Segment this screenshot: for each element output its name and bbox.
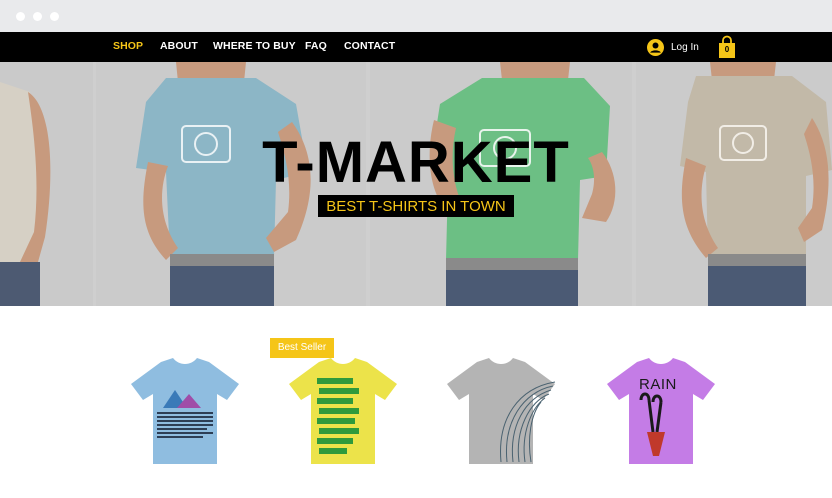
- user-icon: [647, 38, 664, 56]
- product-image: [131, 358, 239, 464]
- nav-item-about[interactable]: ABOUT: [160, 40, 198, 52]
- window-dot-icon: [50, 12, 59, 21]
- product-image: [447, 358, 556, 464]
- nav-item-shop[interactable]: SHOP: [113, 40, 143, 52]
- cart-count: 0: [724, 45, 730, 54]
- window-dot-icon: [33, 12, 42, 21]
- nav-item-where-to-buy[interactable]: WHERE TO BUY: [213, 40, 296, 52]
- hero-title: T-MARKET: [262, 130, 570, 195]
- login-label: Log In: [671, 41, 699, 53]
- product-card-rain[interactable]: RAIN: [603, 352, 719, 472]
- login-button[interactable]: Log In: [647, 38, 699, 56]
- product-grid: Best Seller RAIN: [0, 306, 832, 498]
- product-image: [607, 358, 715, 464]
- rain-print-text: RAIN: [639, 376, 677, 393]
- product-card-swirl[interactable]: [443, 352, 559, 472]
- cart-button[interactable]: 0: [717, 35, 737, 59]
- product-image: [289, 358, 397, 464]
- browser-title-bar: [0, 0, 832, 32]
- product-card-lorem[interactable]: [285, 352, 401, 472]
- main-navbar: SHOP ABOUT WHERE TO BUY FAQ CONTACT Log …: [0, 32, 832, 62]
- hero-banner: T-MARKET BEST T-SHIRTS IN TOWN: [0, 62, 832, 306]
- nav-item-contact[interactable]: CONTACT: [344, 40, 395, 52]
- product-card-mountain[interactable]: [127, 352, 243, 472]
- hero-subtitle: BEST T-SHIRTS IN TOWN: [318, 195, 514, 217]
- window-dot-icon: [16, 12, 25, 21]
- nav-item-faq[interactable]: FAQ: [305, 40, 327, 52]
